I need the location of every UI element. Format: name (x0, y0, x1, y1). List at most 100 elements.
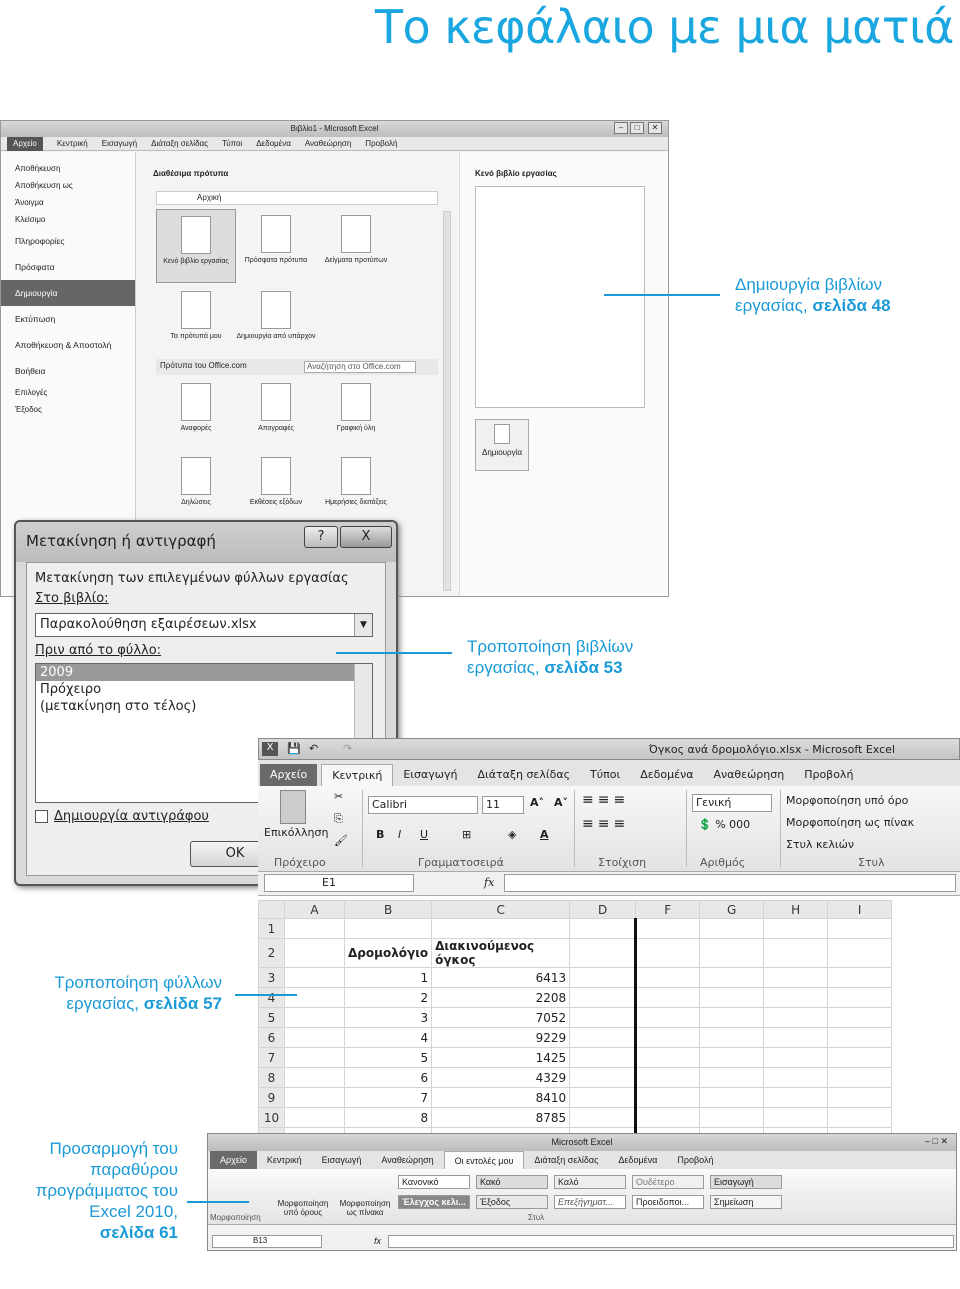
menu-save-as[interactable]: Αποθήκευση ως (1, 177, 135, 194)
column-header[interactable]: B (343, 900, 433, 919)
font-color-icon[interactable]: A (540, 828, 549, 841)
style-output[interactable]: Έξοδος (476, 1195, 548, 1209)
maximize-icon[interactable]: □ (630, 122, 644, 134)
name-box[interactable]: E1 (264, 874, 414, 892)
row-header[interactable]: 5 (258, 1007, 285, 1028)
row-header[interactable]: 8 (258, 1067, 285, 1088)
style-warning[interactable]: Προειδοποι... (632, 1195, 704, 1209)
data-cell[interactable]: 6413 (431, 967, 571, 988)
dropdown-arrow-icon[interactable]: ▼ (354, 614, 372, 636)
column-header[interactable]: A (284, 900, 345, 919)
tab-formulas[interactable]: Τύποι (222, 139, 242, 148)
conditional-format-button[interactable]: Μορφοποίηση υπό όρους (274, 1199, 332, 1217)
cell-styles-button[interactable]: Στυλ κελιών (786, 838, 854, 851)
style-neutral[interactable]: Ουδέτερο (632, 1175, 704, 1189)
formula-input[interactable] (388, 1235, 954, 1248)
tab-home[interactable]: Κεντρική (57, 139, 88, 148)
style-input[interactable]: Εισαγωγή (710, 1175, 782, 1189)
formula-input[interactable] (504, 874, 956, 892)
grow-font-icon[interactable]: A˄ (530, 796, 544, 809)
tab-review[interactable]: Αναθεώρηση (371, 1151, 443, 1169)
data-cell[interactable]: 4329 (431, 1067, 571, 1088)
templates-scrollbar[interactable] (443, 211, 451, 591)
column-header[interactable]: D (569, 900, 637, 919)
undo-icon[interactable]: ↶ (309, 742, 318, 755)
header-cell[interactable]: Δρομολόγιο (343, 938, 433, 968)
tile-sample-templates[interactable]: Δείγματα προτύπων (316, 215, 396, 264)
fx-icon[interactable]: fx (484, 876, 494, 889)
row-header[interactable]: 9 (258, 1087, 285, 1108)
borders-icon[interactable]: ⊞ (462, 828, 471, 841)
tab-view[interactable]: Προβολή (667, 1151, 723, 1169)
close-icon[interactable]: ✕ (648, 122, 662, 134)
tile-blank-workbook[interactable]: Κενό βιβλίο εργασίας (156, 209, 236, 283)
redo-icon[interactable]: ↷ (343, 742, 352, 755)
menu-recent[interactable]: Πρόσφατα (1, 254, 135, 280)
style-bad[interactable]: Κακό (476, 1175, 548, 1189)
row-header[interactable]: 6 (258, 1027, 285, 1048)
data-cell[interactable]: 8410 (431, 1087, 571, 1108)
tab-insert[interactable]: Εισαγωγή (102, 139, 137, 148)
tab-insert[interactable]: Εισαγωγή (393, 764, 467, 786)
menu-exit[interactable]: Έξοδος (1, 401, 135, 418)
currency-icon[interactable]: 💲 % 000 (698, 818, 750, 831)
font-name-select[interactable]: Calibri (368, 796, 478, 814)
style-check-cell[interactable]: Έλεγχος κελι... (398, 1195, 470, 1209)
tile-expense-reports[interactable]: Εκθέσεις εξόδων (236, 457, 316, 506)
style-normal[interactable]: Κανονικό (398, 1175, 470, 1189)
italic-icon[interactable]: I (398, 828, 401, 841)
save-icon[interactable]: 💾 (287, 742, 301, 755)
to-book-select[interactable]: Παρακολούθηση εξαιρέσεων.xlsx ▼ (35, 613, 373, 637)
align-top-icons[interactable]: ≡≡≡ (582, 792, 629, 808)
data-cell[interactable]: 4 (343, 1027, 433, 1048)
data-cell[interactable]: 2208 (431, 987, 571, 1008)
menu-options[interactable]: Επιλογές (1, 384, 135, 401)
tab-file[interactable]: Αρχείο (210, 1151, 257, 1169)
data-cell[interactable]: 1 (343, 967, 433, 988)
data-cell[interactable]: 6 (343, 1067, 433, 1088)
window-controls-icon[interactable]: – □ ✕ (925, 1136, 948, 1147)
data-cell[interactable]: 2 (343, 987, 433, 1008)
sheet-option[interactable]: Πρόχειρο (36, 681, 372, 698)
align-left-icons[interactable]: ≡≡≡ (582, 816, 629, 832)
conditional-format-button[interactable]: Μορφοποίηση υπό όρο (786, 794, 908, 807)
menu-info[interactable]: Πληροφορίες (1, 228, 135, 254)
data-cell[interactable]: 8 (343, 1107, 433, 1128)
bold-icon[interactable]: B (376, 828, 384, 841)
column-header[interactable]: C (431, 900, 571, 919)
data-cell[interactable]: 5 (343, 1047, 433, 1068)
create-button[interactable]: Δημιουργία (475, 419, 529, 471)
column-header[interactable]: G (699, 900, 765, 919)
menu-print[interactable]: Εκτύπωση (1, 306, 135, 332)
menu-help[interactable]: Βοήθεια (1, 358, 135, 384)
font-size-select[interactable]: 11 (482, 796, 524, 814)
style-note[interactable]: Σημείωση (710, 1195, 782, 1209)
fill-color-icon[interactable]: ◈ (508, 828, 516, 841)
sheet-option[interactable]: (μετακίνηση στο τέλος) (36, 698, 372, 715)
data-cell[interactable]: 7052 (431, 1007, 571, 1028)
tab-page-layout[interactable]: Διάταξη σελίδας (151, 139, 208, 148)
header-cell[interactable]: Διακινούμενος όγκος (431, 938, 571, 968)
tab-data[interactable]: Δεδομένα (256, 139, 291, 148)
data-cell[interactable]: 8785 (431, 1107, 571, 1128)
style-good[interactable]: Καλό (554, 1175, 626, 1189)
tab-my-commands[interactable]: Οι εντολές μου (443, 1150, 525, 1170)
tile-recent-templates[interactable]: Πρόσφατα πρότυπα (236, 215, 316, 264)
tab-page-layout[interactable]: Διάταξη σελίδας (467, 764, 580, 786)
tab-data[interactable]: Δεδομένα (608, 1151, 667, 1169)
format-as-table-button[interactable]: Μορφοποίηση ως πίνακ (786, 816, 914, 829)
office-search-input[interactable]: Αναζήτηση στο Office.com (304, 361, 416, 373)
row-header[interactable]: 4 (258, 987, 285, 1008)
cut-icon[interactable]: ✂ (334, 790, 343, 803)
format-as-table-button[interactable]: Μορφοποίηση ως πίνακα (336, 1199, 394, 1217)
tab-view[interactable]: Προβολή (365, 139, 397, 148)
close-button[interactable]: X (340, 526, 392, 548)
data-cell[interactable]: 1425 (431, 1047, 571, 1068)
row-header[interactable]: 1 (258, 918, 285, 939)
tile-stationery[interactable]: Γραφική ύλη (316, 383, 396, 432)
column-header[interactable]: H (763, 900, 829, 919)
tab-file[interactable]: Αρχείο (260, 764, 318, 786)
row-header[interactable]: 2 (258, 938, 285, 968)
tab-review[interactable]: Αναθεώρηση (703, 764, 794, 786)
data-cell[interactable]: 7 (343, 1087, 433, 1108)
